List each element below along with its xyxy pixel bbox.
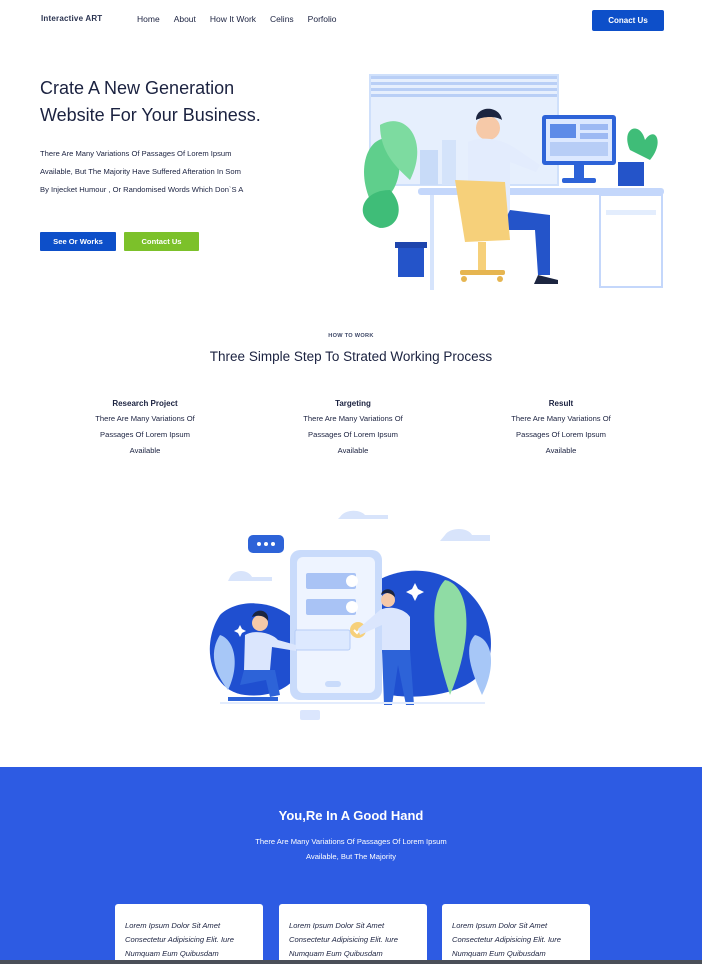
contact-us-button[interactable]: Contact Us — [124, 232, 199, 251]
card-text-line: Lorem Ipsum Dolor Sit Amet — [452, 921, 548, 930]
step-text-line: Passages Of Lorem Ipsum — [100, 430, 190, 439]
card-text-line: Consectetur Adipisicing Elit. Iure — [289, 935, 399, 944]
hero-text-line: There Are Many Variations Of Passages Of… — [40, 149, 232, 158]
testimonial-card: Lorem Ipsum Dolor Sit Amet Consectetur A… — [279, 904, 427, 964]
phone-collaboration-illustration — [209, 510, 492, 720]
hero-description: There Are Many Variations Of Passages Of… — [40, 145, 258, 201]
step-text-line: Available — [545, 446, 577, 455]
step-text-line: There Are Many Variations Of — [511, 414, 611, 423]
step-title: Research Project — [112, 399, 178, 408]
step-title: Result — [548, 399, 574, 408]
section-title: Three Simple Step To Strated Working Pro… — [209, 349, 493, 364]
step-result: Result There Are Many Variations Of Pass… — [491, 399, 631, 459]
hero-title: Crate A New Generation Website For Your … — [40, 75, 340, 129]
step-text-line: Passages Of Lorem Ipsum — [516, 430, 606, 439]
card-text-line: Lorem Ipsum Dolor Sit Amet — [125, 921, 221, 930]
step-text-line: Available — [129, 446, 161, 455]
card-text-line: Lorem Ipsum Dolor Sit Amet — [289, 921, 385, 930]
testimonial-card: Lorem Ipsum Dolor Sit Amet Consectetur A… — [115, 904, 263, 964]
nav-item-home[interactable]: Home — [137, 14, 160, 24]
nav-item-clients[interactable]: Celins — [270, 14, 294, 24]
step-text-line: Passages Of Lorem Ipsum — [308, 430, 398, 439]
section-eyebrow: HOW TO WORK — [328, 333, 374, 339]
good-hand-title: You,Re In A Good Hand — [278, 808, 424, 823]
step-text-line: Available — [337, 446, 369, 455]
card-text-line: Consectetur Adipisicing Elit. Iure — [452, 935, 562, 944]
horizontal-scrollbar[interactable] — [0, 960, 702, 964]
nav-menu: Home About How It Work Celins Porfolio — [137, 14, 351, 24]
card-text-line: Numquam Eum Quibusdam — [452, 949, 546, 958]
step-title: Targeting — [335, 399, 371, 408]
step-text-line: There Are Many Variations Of — [95, 414, 195, 423]
hero-title-line-1: Crate A New Generation — [40, 78, 235, 98]
good-hand-text: There Are Many Variations Of Passages Of… — [226, 834, 476, 864]
brand-logo[interactable]: Interactive ART — [41, 14, 102, 23]
card-text-line: Numquam Eum Quibusdam — [125, 949, 219, 958]
card-text-line: Consectetur Adipisicing Elit. Iure — [125, 935, 235, 944]
contact-us-nav-button[interactable]: Conact Us — [592, 10, 664, 31]
step-text-line: There Are Many Variations Of — [303, 414, 403, 423]
good-hand-text-line: There Are Many Variations Of Passages Of… — [255, 837, 447, 846]
person-at-desk-illustration — [362, 74, 664, 290]
step-research-project: Research Project There Are Many Variatio… — [75, 399, 215, 459]
hero-text-line: Available, But The Majority Have Suffere… — [40, 167, 241, 176]
testimonial-card: Lorem Ipsum Dolor Sit Amet Consectetur A… — [442, 904, 590, 964]
see-our-works-button[interactable]: See Or Works — [40, 232, 116, 251]
nav-item-portfolio[interactable]: Porfolio — [308, 14, 337, 24]
nav-item-how-it-work[interactable]: How It Work — [210, 14, 256, 24]
hero-title-line-2: Website For Your Business. — [40, 105, 261, 125]
nav-item-about[interactable]: About — [174, 14, 196, 24]
top-nav: Interactive ART Home About How It Work C… — [0, 0, 702, 40]
good-hand-text-line: Available, But The Majority — [305, 852, 397, 861]
hero-text-line: By Injecket Humour , Or Randomised Words… — [40, 185, 244, 194]
step-targeting: Targeting There Are Many Variations Of P… — [283, 399, 423, 459]
card-text-line: Numquam Eum Quibusdam — [289, 949, 383, 958]
